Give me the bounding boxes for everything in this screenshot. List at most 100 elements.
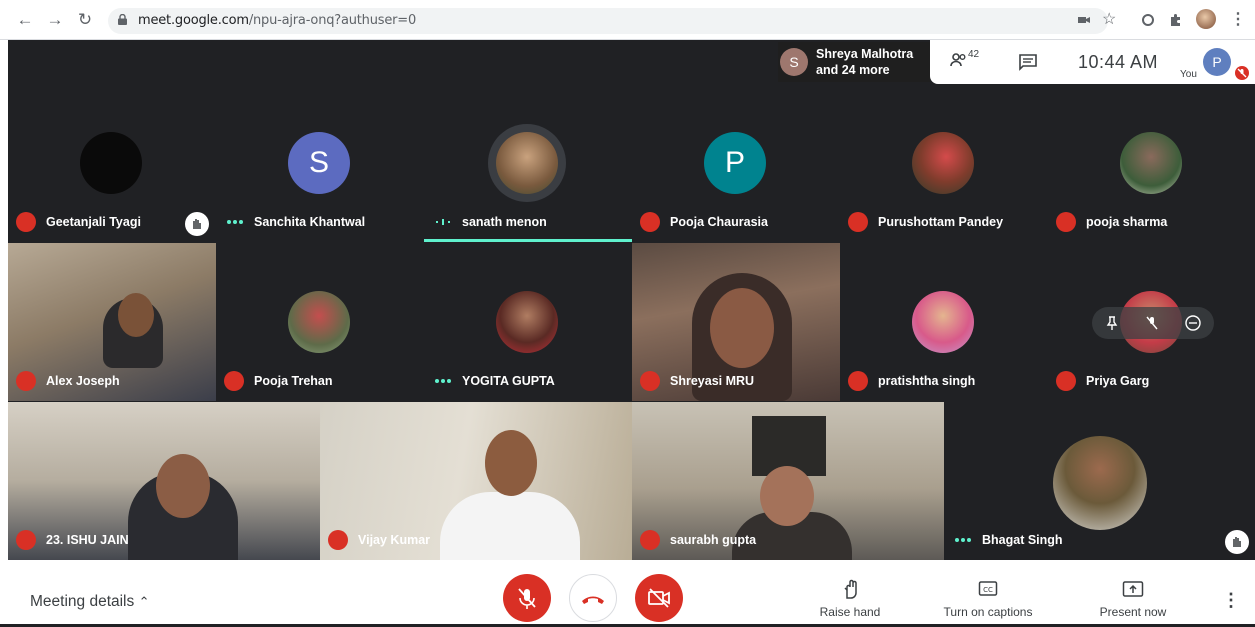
- meeting-details-button[interactable]: Meeting details ⌃: [30, 593, 149, 611]
- participant-name: saurabh gupta: [670, 533, 757, 547]
- svg-text:CC: CC: [983, 586, 993, 594]
- participant-tile[interactable]: Pooja Trehan: [216, 243, 424, 401]
- presenter-more: and 24 more: [816, 63, 890, 77]
- puzzle-icon[interactable]: [1168, 12, 1184, 28]
- participant-video-tile[interactable]: Shreyasi MRU: [632, 243, 840, 401]
- toggle-camera-button[interactable]: [635, 574, 683, 622]
- participant-tile[interactable]: Geetanjali Tyagi: [8, 84, 216, 242]
- participant-tile[interactable]: P Pooja Chaurasia: [632, 84, 840, 242]
- raise-hand-label[interactable]: Raise hand: [815, 605, 885, 619]
- mic-off-icon: [328, 530, 348, 550]
- participant-video-tile[interactable]: saurabh gupta: [632, 402, 944, 560]
- self-avatar[interactable]: P: [1203, 48, 1231, 76]
- participant-avatar: [288, 291, 350, 353]
- present-now-label[interactable]: Present now: [1093, 605, 1173, 619]
- toggle-mic-button[interactable]: [503, 574, 551, 622]
- video-face: [485, 430, 537, 496]
- url-path: /npu-ajra-onq?authuser=0: [248, 13, 417, 28]
- self-mic-off-icon: [1235, 66, 1249, 80]
- mute-participant-icon[interactable]: [1144, 315, 1160, 331]
- participant-name: Geetanjali Tyagi: [46, 215, 141, 229]
- profile-avatar[interactable]: [1196, 9, 1216, 29]
- mic-off-icon: [16, 530, 36, 550]
- video-face: [118, 293, 154, 337]
- audio-indicator-icon: [955, 538, 971, 542]
- participant-avatar: P: [704, 132, 766, 194]
- participant-name: pratishtha singh: [878, 374, 976, 388]
- present-screen-icon[interactable]: [1122, 580, 1144, 598]
- chat-icon[interactable]: [1018, 53, 1038, 71]
- back-icon[interactable]: ←: [16, 11, 34, 29]
- remove-participant-icon[interactable]: [1184, 314, 1202, 332]
- participant-avatar: [496, 132, 558, 194]
- raised-hand-icon: [1225, 530, 1249, 554]
- mic-off-icon: [1056, 212, 1076, 232]
- meeting-controls-bar: Meeting details ⌃ Raise hand CC Turn on …: [0, 560, 1255, 624]
- leave-call-button[interactable]: [569, 574, 617, 622]
- video-person: [440, 492, 580, 560]
- participant-name: Alex Joseph: [46, 374, 120, 388]
- audio-indicator-icon: [436, 219, 450, 225]
- raised-hand-icon: [185, 212, 209, 236]
- participant-name: pooja sharma: [1086, 215, 1168, 229]
- audio-indicator-icon: [435, 379, 451, 383]
- address-bar[interactable]: meet.google.com/npu-ajra-onq?authuser=0: [108, 8, 1108, 34]
- presenter-chip[interactable]: S Shreya Malhotra and 24 more: [778, 42, 930, 82]
- url-text: meet.google.com/npu-ajra-onq?authuser=0: [138, 13, 416, 28]
- participant-video-tile[interactable]: Alex Joseph: [8, 243, 216, 401]
- captions-label[interactable]: Turn on captions: [935, 605, 1041, 619]
- mic-off-icon: [640, 371, 660, 391]
- lock-icon: [118, 14, 127, 25]
- participant-tile[interactable]: Bhagat Singh: [944, 402, 1255, 560]
- url-domain: meet.google.com: [138, 13, 249, 28]
- participant-tile[interactable]: Purushottam Pandey: [840, 84, 1048, 242]
- tile-hover-controls: [1092, 307, 1214, 339]
- participant-name: sanath menon: [462, 215, 547, 229]
- participant-name: Pooja Trehan: [254, 374, 333, 388]
- participant-tile[interactable]: Priya Garg: [1048, 243, 1255, 401]
- participant-avatar: [1053, 436, 1147, 530]
- audio-indicator-icon: [227, 220, 243, 224]
- extension-circle-icon[interactable]: [1140, 12, 1156, 28]
- participant-avatar: [912, 291, 974, 353]
- mic-off-icon: [16, 371, 36, 391]
- participant-video-tile[interactable]: 23. ISHU JAIN: [8, 402, 320, 560]
- participant-name: 23. ISHU JAIN: [46, 533, 129, 547]
- participant-name: Shreyasi MRU: [670, 374, 755, 388]
- more-vert-icon[interactable]: ⋮: [1230, 12, 1246, 28]
- participant-name: Sanchita Khantwal: [254, 215, 366, 229]
- participant-video-tile[interactable]: Vijay Kumar: [320, 402, 632, 560]
- raise-hand-icon[interactable]: [840, 578, 862, 600]
- participant-grid: Geetanjali Tyagi S Sanchita Khantwal san…: [8, 84, 1255, 560]
- video-face: [710, 288, 774, 368]
- participant-tile[interactable]: pratishtha singh: [840, 243, 1048, 401]
- more-options-icon[interactable]: ⋮: [1222, 590, 1240, 611]
- meet-header-controls: 42 10:44 AM You P: [930, 40, 1255, 84]
- participant-name: Bhagat Singh: [982, 533, 1063, 547]
- participant-tile[interactable]: sanath menon: [424, 84, 632, 242]
- browser-toolbar: ← → ↻ meet.google.com/npu-ajra-onq?authu…: [0, 0, 1255, 40]
- hang-up-icon: [582, 596, 604, 604]
- participant-avatar: [80, 132, 142, 194]
- participants-button[interactable]: 42: [950, 49, 984, 72]
- meeting-clock: 10:44 AM: [1078, 52, 1159, 72]
- mic-off-icon: [640, 530, 660, 550]
- participant-tile[interactable]: YOGITA GUPTA: [424, 243, 632, 401]
- participant-avatar: [1120, 132, 1182, 194]
- camera-icon[interactable]: [1076, 12, 1092, 28]
- pin-icon[interactable]: [1104, 315, 1120, 331]
- forward-icon[interactable]: →: [46, 11, 64, 29]
- participant-name: Pooja Chaurasia: [670, 215, 768, 229]
- participant-avatar: [912, 132, 974, 194]
- participant-avatar: S: [288, 132, 350, 194]
- people-icon: [950, 53, 966, 67]
- mic-off-icon: [16, 212, 36, 232]
- captions-icon[interactable]: CC: [978, 580, 998, 598]
- chevron-up-icon: ⌃: [138, 594, 150, 609]
- participant-count: 42: [968, 49, 980, 60]
- presenter-avatar: S: [780, 48, 808, 76]
- reload-icon[interactable]: ↻: [76, 11, 94, 29]
- participant-tile[interactable]: S Sanchita Khantwal: [216, 84, 424, 242]
- star-icon[interactable]: ☆: [1102, 12, 1118, 28]
- participant-tile[interactable]: pooja sharma: [1048, 84, 1255, 242]
